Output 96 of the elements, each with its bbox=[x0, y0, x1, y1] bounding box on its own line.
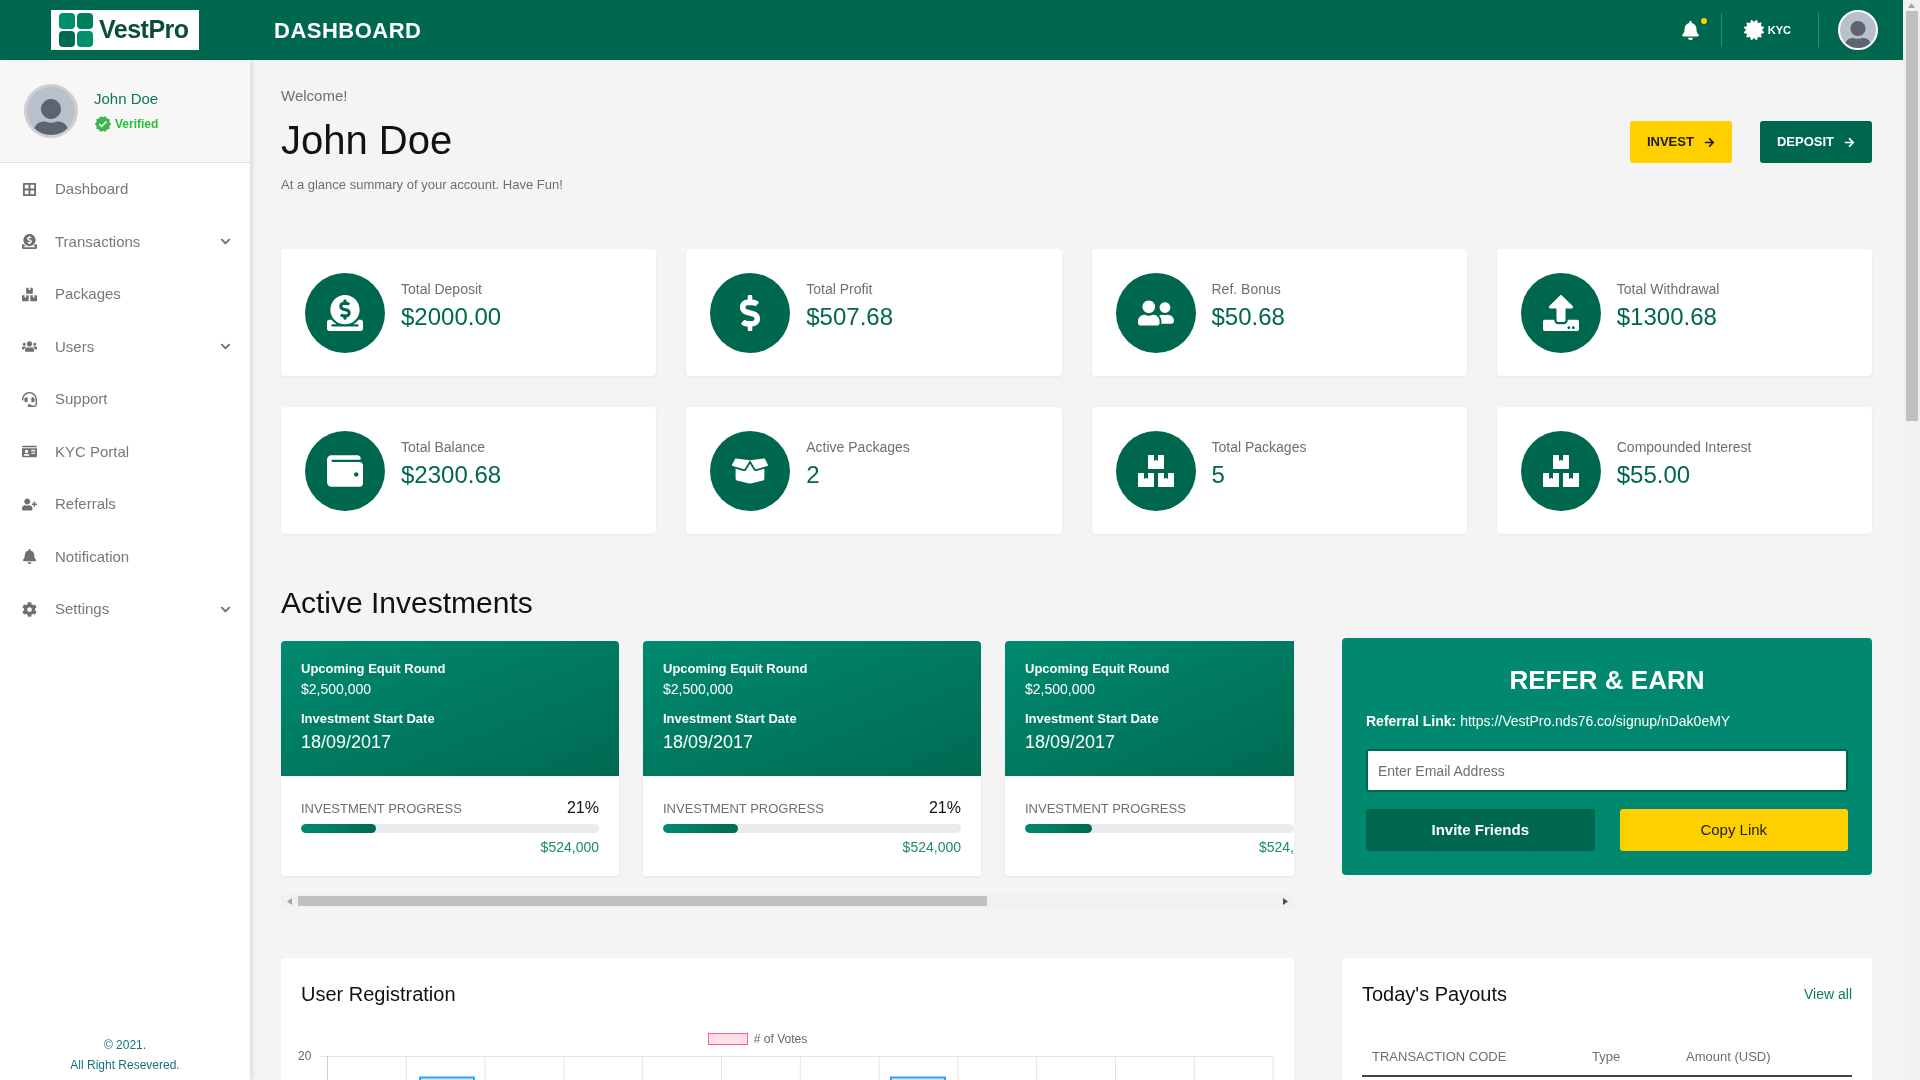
kyc-button[interactable]: KYC bbox=[1743, 20, 1791, 40]
settings-icon bbox=[21, 601, 37, 617]
progress-label: INVESTMENT PROGRESS bbox=[301, 800, 462, 818]
certificate-icon bbox=[1743, 20, 1764, 40]
user-avatar[interactable] bbox=[1838, 10, 1878, 50]
welcome-subtitle: At a glance summary of your account. Have Fun! bbox=[281, 176, 563, 194]
start-date-label: Investment Start Date bbox=[1025, 710, 1160, 728]
round-amount: $2,500,000 bbox=[301, 680, 373, 698]
progress-percent: 21% bbox=[566, 798, 599, 818]
chart-bar bbox=[890, 1076, 946, 1080]
sidebar-item[interactable]: Settings bbox=[0, 583, 250, 636]
progress-label: INVESTMENT PROGRESS bbox=[663, 800, 824, 818]
arrow-right-icon bbox=[1844, 136, 1855, 148]
axis-tick-label: 20 bbox=[298, 1050, 313, 1065]
page-title: DASHBOARD bbox=[274, 16, 422, 45]
action-button[interactable]: DEPOSIT bbox=[1759, 121, 1872, 163]
add-user-icon bbox=[21, 496, 37, 512]
stat-label: Total Balance bbox=[401, 438, 487, 456]
boxes-icon bbox=[21, 286, 37, 302]
raised-amount: $524,000 bbox=[902, 838, 961, 857]
refer-title: REFER & EARN bbox=[1508, 664, 1706, 696]
stat-value: $507.68 bbox=[806, 302, 893, 332]
column-header: Type bbox=[1591, 1047, 1622, 1066]
stat-label: Compounded Interest bbox=[1616, 438, 1752, 456]
card-title: User Registration bbox=[300, 982, 457, 1007]
progress-label: INVESTMENT PROGRESS bbox=[1025, 800, 1186, 818]
sidebar-item[interactable]: Users bbox=[0, 320, 250, 373]
start-date-label: Investment Start Date bbox=[301, 710, 436, 728]
sidebar-item[interactable]: KYC Portal bbox=[0, 425, 250, 478]
stat-value: $50.68 bbox=[1211, 302, 1285, 332]
round-label: Upcoming Equit Round bbox=[301, 660, 447, 678]
progress-percent: 21% bbox=[928, 798, 961, 818]
email-input[interactable]: Enter Email Address bbox=[1366, 749, 1848, 792]
sidebar-item[interactable]: Referrals bbox=[0, 478, 250, 531]
stat-label: Total Withdrawal bbox=[1616, 280, 1720, 298]
notifications-button[interactable] bbox=[1680, 17, 1708, 43]
sidebar-item[interactable]: Transactions bbox=[0, 215, 250, 268]
bell-icon bbox=[21, 549, 37, 565]
brand-name: VestPro bbox=[99, 14, 189, 46]
raised-amount: $524,000 bbox=[540, 838, 599, 857]
start-date: 18/09/2017 bbox=[663, 731, 755, 753]
logo-mark-icon bbox=[59, 13, 93, 47]
dollar-coin-icon bbox=[21, 234, 37, 250]
raised-amount: $524, bbox=[1258, 838, 1294, 857]
stat-value: $2000.00 bbox=[401, 302, 502, 332]
start-date-label: Investment Start Date bbox=[663, 710, 798, 728]
copyright-text: © 2021. bbox=[103, 1037, 147, 1054]
user-avatar bbox=[24, 84, 78, 138]
scroll-up-arrow-icon[interactable] bbox=[1908, 3, 1915, 8]
id-card-icon bbox=[21, 444, 37, 460]
welcome-name: John Doe bbox=[281, 117, 454, 164]
arrow-right-icon bbox=[1703, 136, 1715, 148]
refer-button[interactable]: Invite Friends bbox=[1366, 809, 1595, 851]
stat-value: 2 bbox=[806, 460, 821, 490]
stat-label: Total Deposit bbox=[401, 280, 483, 298]
stat-value: $2300.68 bbox=[401, 460, 502, 490]
column-header: Amount (USD) bbox=[1685, 1047, 1771, 1066]
round-label: Upcoming Equit Round bbox=[1025, 660, 1171, 678]
bell-icon bbox=[1680, 20, 1700, 40]
scroll-left-arrow-icon[interactable] bbox=[287, 897, 292, 905]
rights-text: All Right Resevered. bbox=[70, 1057, 180, 1074]
stat-label: Total Profit bbox=[806, 280, 874, 298]
refer-button[interactable]: Copy Link bbox=[1619, 809, 1848, 851]
action-button[interactable]: INVEST bbox=[1629, 121, 1732, 163]
scrollbar-thumb[interactable] bbox=[298, 896, 987, 906]
start-date: 18/09/2017 bbox=[301, 731, 393, 753]
stat-value: $1300.68 bbox=[1616, 302, 1718, 332]
stat-value: $55.00 bbox=[1616, 460, 1692, 490]
stat-label: Total Packages bbox=[1211, 438, 1307, 456]
sidebar-item[interactable]: Support bbox=[0, 373, 250, 426]
stat-label: Active Packages bbox=[806, 438, 910, 456]
grid-icon bbox=[21, 181, 37, 197]
stat-label: Ref. Bonus bbox=[1211, 280, 1282, 298]
chart-bar bbox=[419, 1076, 475, 1080]
scrollbar-thumb[interactable] bbox=[1905, 11, 1918, 421]
users-icon bbox=[21, 339, 37, 355]
headset-icon bbox=[21, 391, 37, 407]
round-amount: $2,500,000 bbox=[663, 680, 735, 698]
sidebar-item[interactable]: Packages bbox=[0, 268, 250, 321]
column-header: TRANSACTION CODE bbox=[1371, 1047, 1508, 1066]
view-all-link[interactable]: View all bbox=[1804, 983, 1852, 1005]
sidebar-item[interactable]: Dashboard bbox=[0, 163, 250, 216]
scroll-right-arrow-icon[interactable] bbox=[1283, 897, 1288, 905]
card-title: Today's Payouts bbox=[1362, 982, 1507, 1007]
profile-name: John Doe bbox=[94, 89, 159, 109]
round-amount: $2,500,000 bbox=[1025, 680, 1097, 698]
stat-value: 5 bbox=[1211, 460, 1226, 490]
legend-swatch-icon bbox=[707, 1033, 748, 1045]
welcome-label: Welcome! bbox=[281, 86, 349, 106]
round-label: Upcoming Equit Round bbox=[663, 660, 809, 678]
sidebar-item[interactable]: Notification bbox=[0, 530, 250, 583]
referral-link-text: Referral Link: https://VestPro.nds76.co/signup/nDak0eMY bbox=[1366, 712, 1732, 730]
legend-label: # of Votes bbox=[753, 1031, 808, 1047]
verified-label: Verified bbox=[115, 116, 159, 133]
start-date: 18/09/2017 bbox=[1025, 731, 1117, 753]
section-title: Active Investments bbox=[281, 585, 534, 621]
